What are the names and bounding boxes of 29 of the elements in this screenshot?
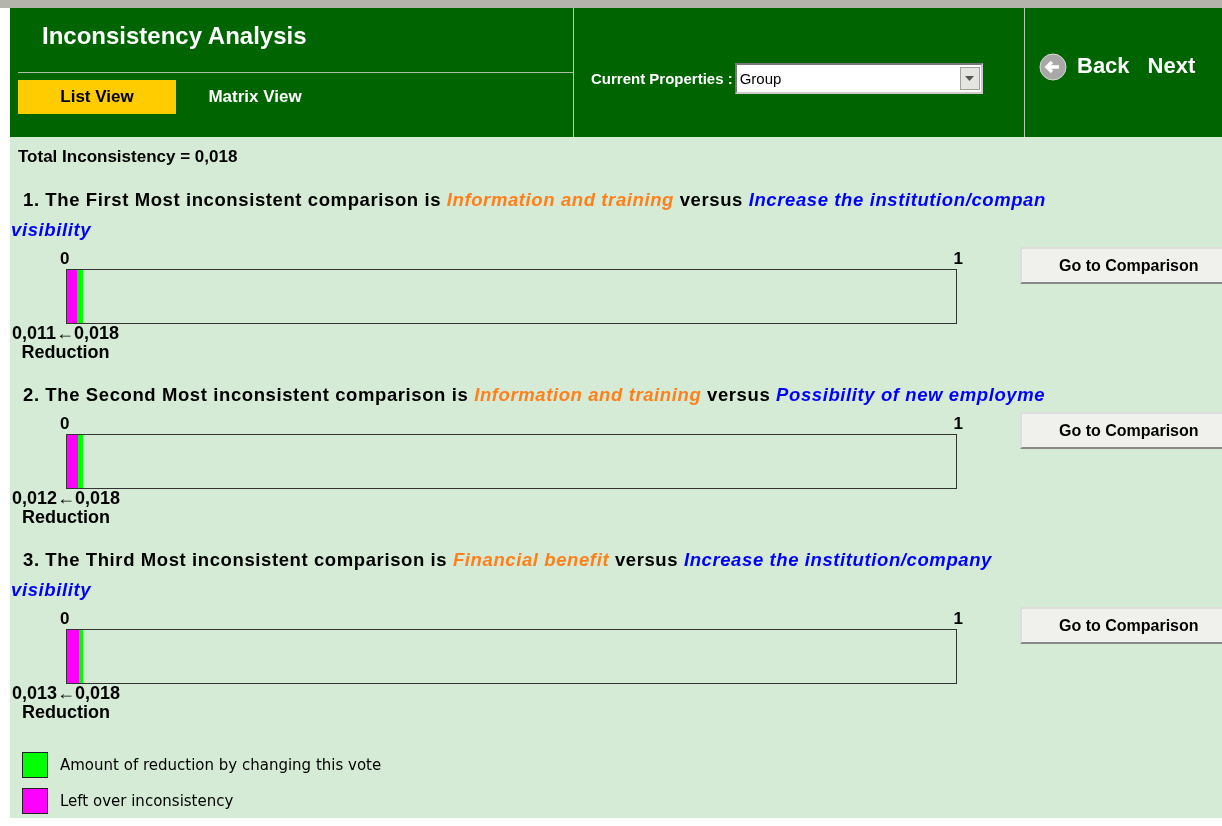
go-to-comparison-button[interactable]: Go to Comparison	[1020, 412, 1222, 449]
comparison-sentence: 2. The Second Most inconsistent comparison is Information and training versus Possibility of new employme	[22, 383, 1047, 407]
min-label: 0	[60, 249, 70, 269]
nav-button[interactable]: Next	[1147, 53, 1196, 79]
properties-dropdown[interactable]: Group	[734, 63, 983, 94]
reduction-caption: Reduction	[22, 508, 111, 527]
legend-label: Amount of reduction by changing this vote	[60, 756, 382, 774]
nav-button[interactable]: Back	[1077, 53, 1130, 79]
reduction-reading: 0,013←0,018	[12, 684, 121, 703]
comparison-sentence: 1. The First Most inconsistent comparison is Information and training versus Increase the institution/compan visibility	[10, 188, 1047, 242]
dropdown-arrow-icon	[965, 76, 975, 81]
reduction-reading: 0,012←0,018	[12, 489, 121, 508]
legend-label: Left over inconsistency	[60, 792, 234, 810]
min-label: 0	[60, 414, 70, 434]
page-title: Inconsistency Analysis	[41, 21, 308, 51]
reduction-caption: Reduction	[22, 703, 111, 722]
properties-label: Current Properties :	[591, 70, 733, 87]
max-label: 1	[953, 609, 963, 629]
go-to-comparison-button[interactable]: Go to Comparison	[1020, 607, 1222, 644]
view-tab[interactable]: List View	[18, 80, 176, 114]
reduction-reading: 0,011←0,018	[12, 324, 120, 343]
max-label: 1	[953, 414, 963, 434]
view-tab[interactable]: Matrix View	[176, 80, 334, 114]
total-inconsistency: Total Inconsistency = 0,018	[17, 146, 239, 167]
min-label: 0	[60, 609, 70, 629]
reduction-caption: Reduction	[21, 343, 110, 362]
max-label: 1	[953, 249, 963, 269]
go-to-comparison-button[interactable]: Go to Comparison	[1020, 247, 1222, 284]
comparison-sentence: 3. The Third Most inconsistent comparison is Financial benefit versus Increase the institution/company visibility	[10, 548, 993, 602]
